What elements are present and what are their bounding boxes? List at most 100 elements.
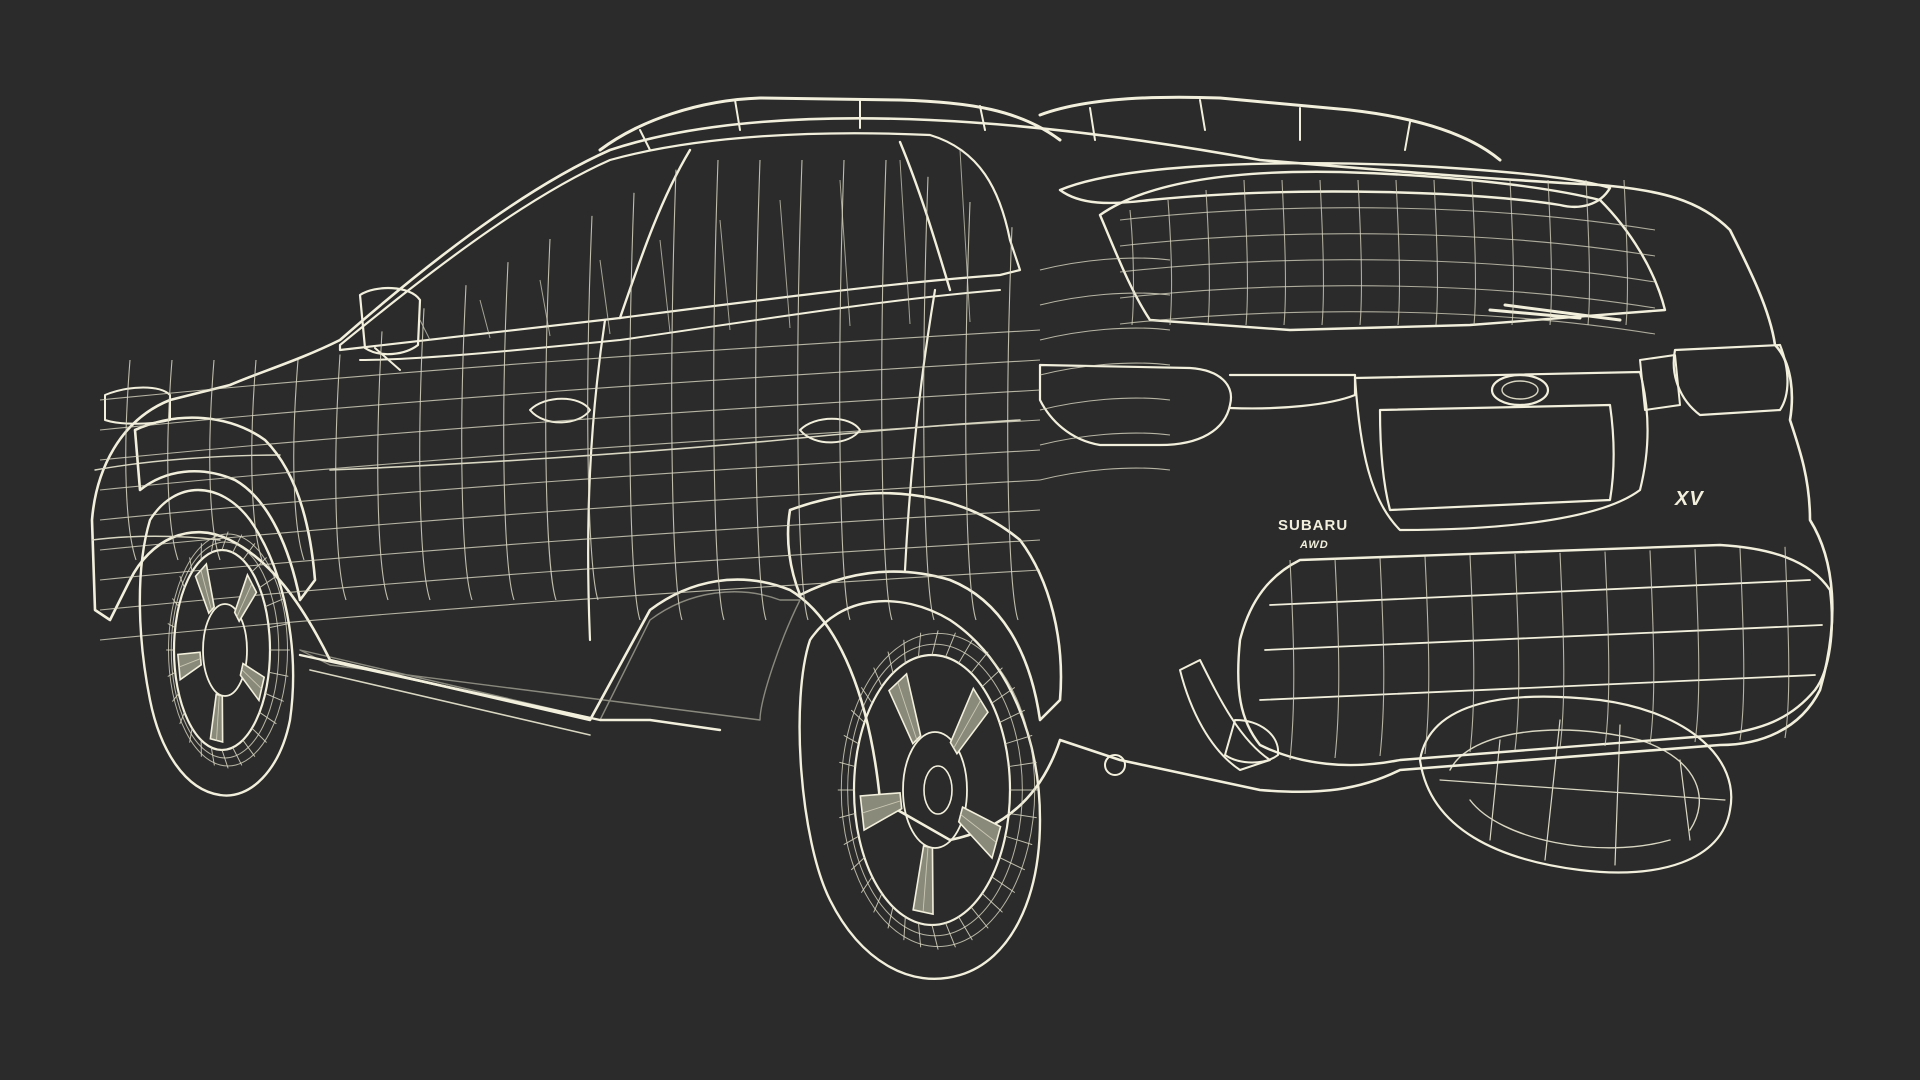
wire-curve (719, 219, 731, 331)
tire-ring (170, 541, 280, 759)
wire-curve (1129, 209, 1135, 326)
wire-curve (1604, 551, 1610, 747)
wire-curve (461, 285, 473, 601)
wire-curve (1039, 397, 1171, 411)
wire-line (179, 575, 185, 589)
wire-curve (1509, 179, 1515, 326)
model-badge: XV (1674, 488, 1704, 510)
wire-curve (293, 359, 305, 561)
wire-line (958, 639, 973, 664)
side-skirt (298, 653, 722, 732)
wire-line (1008, 761, 1037, 768)
wire-curve (1281, 179, 1287, 326)
wire-curve (1694, 549, 1700, 743)
wire-curve (1007, 227, 1019, 621)
roof-rail-right (1038, 95, 1502, 162)
wire-curve (99, 359, 1041, 431)
wire-curve (1119, 285, 1656, 309)
wire-line (1004, 835, 1033, 845)
wire-curve (545, 238, 557, 601)
wire-line (958, 916, 973, 941)
tail-light-right (1672, 343, 1789, 417)
wire-curve (1357, 179, 1363, 326)
wire-curve (1039, 257, 1171, 271)
far-rear-wheel (1418, 695, 1733, 874)
wire-curve (923, 176, 935, 621)
wire-curve (1514, 553, 1520, 751)
wire-line (268, 671, 289, 677)
wire-curve (1469, 555, 1475, 753)
tailgate-panel (1353, 370, 1649, 532)
wire-curve (1379, 557, 1385, 757)
wire-curve (1649, 550, 1655, 745)
wire-curve (881, 159, 893, 621)
wire-curve (99, 389, 1041, 461)
wire-curve (1243, 179, 1249, 326)
wire-curve (1205, 189, 1211, 326)
wheel-spoke (912, 844, 934, 916)
wire-curve (797, 159, 809, 621)
wire-line (931, 924, 939, 950)
subaru-emblem (1490, 373, 1550, 407)
wheel-spoke (888, 672, 922, 745)
wire-curve (1559, 552, 1565, 749)
wire-curve (671, 169, 683, 621)
wire-line (1008, 812, 1037, 819)
wire-curve (419, 319, 431, 341)
wire-curve (99, 479, 1041, 551)
wire-curve (1471, 179, 1477, 326)
car-wireframe-render: SUBARU AWD XV (90, 95, 1834, 980)
wire-curve (1424, 556, 1430, 755)
wire-curve (1119, 207, 1656, 231)
wire-curve (1585, 179, 1591, 326)
wire-curve (779, 199, 791, 329)
rear-bumper (1237, 543, 1834, 767)
rear-window (1098, 170, 1667, 332)
wire-curve (503, 262, 515, 601)
wire-curve (99, 329, 1041, 401)
wire-line (259, 575, 277, 589)
front-wheel-arch (133, 416, 317, 602)
wheel-spoke (239, 662, 266, 703)
wire-line (259, 711, 277, 725)
wire-line (179, 711, 185, 725)
viewport-canvas[interactable]: SUBARU AWD XV (0, 0, 1920, 1080)
wire-curve (1039, 467, 1171, 481)
wire-line (931, 630, 939, 656)
wire-curve (1739, 547, 1745, 741)
wire-curve (1119, 233, 1656, 257)
tire-ring (847, 643, 1023, 937)
wire-curve (377, 331, 389, 601)
wire-curve (1039, 327, 1171, 341)
drive-badge: AWD (1299, 539, 1329, 551)
wire-line (1004, 735, 1033, 745)
wire-curve (1039, 432, 1171, 446)
wire-curve (1395, 179, 1401, 326)
rear-spoiler (1058, 162, 1612, 209)
wire-curve (125, 359, 137, 561)
wire-line (970, 906, 989, 929)
rear-wheel (798, 599, 1042, 980)
wire-curve (713, 159, 725, 621)
wire-curve (1433, 179, 1439, 326)
wire-curve (1547, 179, 1553, 326)
wire-curve (335, 354, 347, 601)
wire-curve (1167, 199, 1173, 326)
wire-curve (419, 308, 431, 601)
wire-curve (1334, 558, 1340, 759)
wire-curve (1784, 546, 1790, 739)
wire-curve (479, 299, 491, 339)
wire-curve (755, 159, 767, 621)
wire-line (991, 876, 1015, 893)
wire-line (991, 687, 1015, 704)
door-handle-rear (799, 417, 861, 444)
wire-curve (659, 239, 671, 333)
wire-curve (1119, 259, 1656, 283)
license-plate-recess (1378, 403, 1615, 512)
wheel-spoke (957, 805, 1002, 860)
wire-curve (629, 192, 641, 621)
wire-curve (1289, 559, 1295, 761)
wheel-spoke (194, 562, 216, 615)
brand-badge: SUBARU (1278, 517, 1348, 534)
wire-curve (965, 201, 977, 621)
